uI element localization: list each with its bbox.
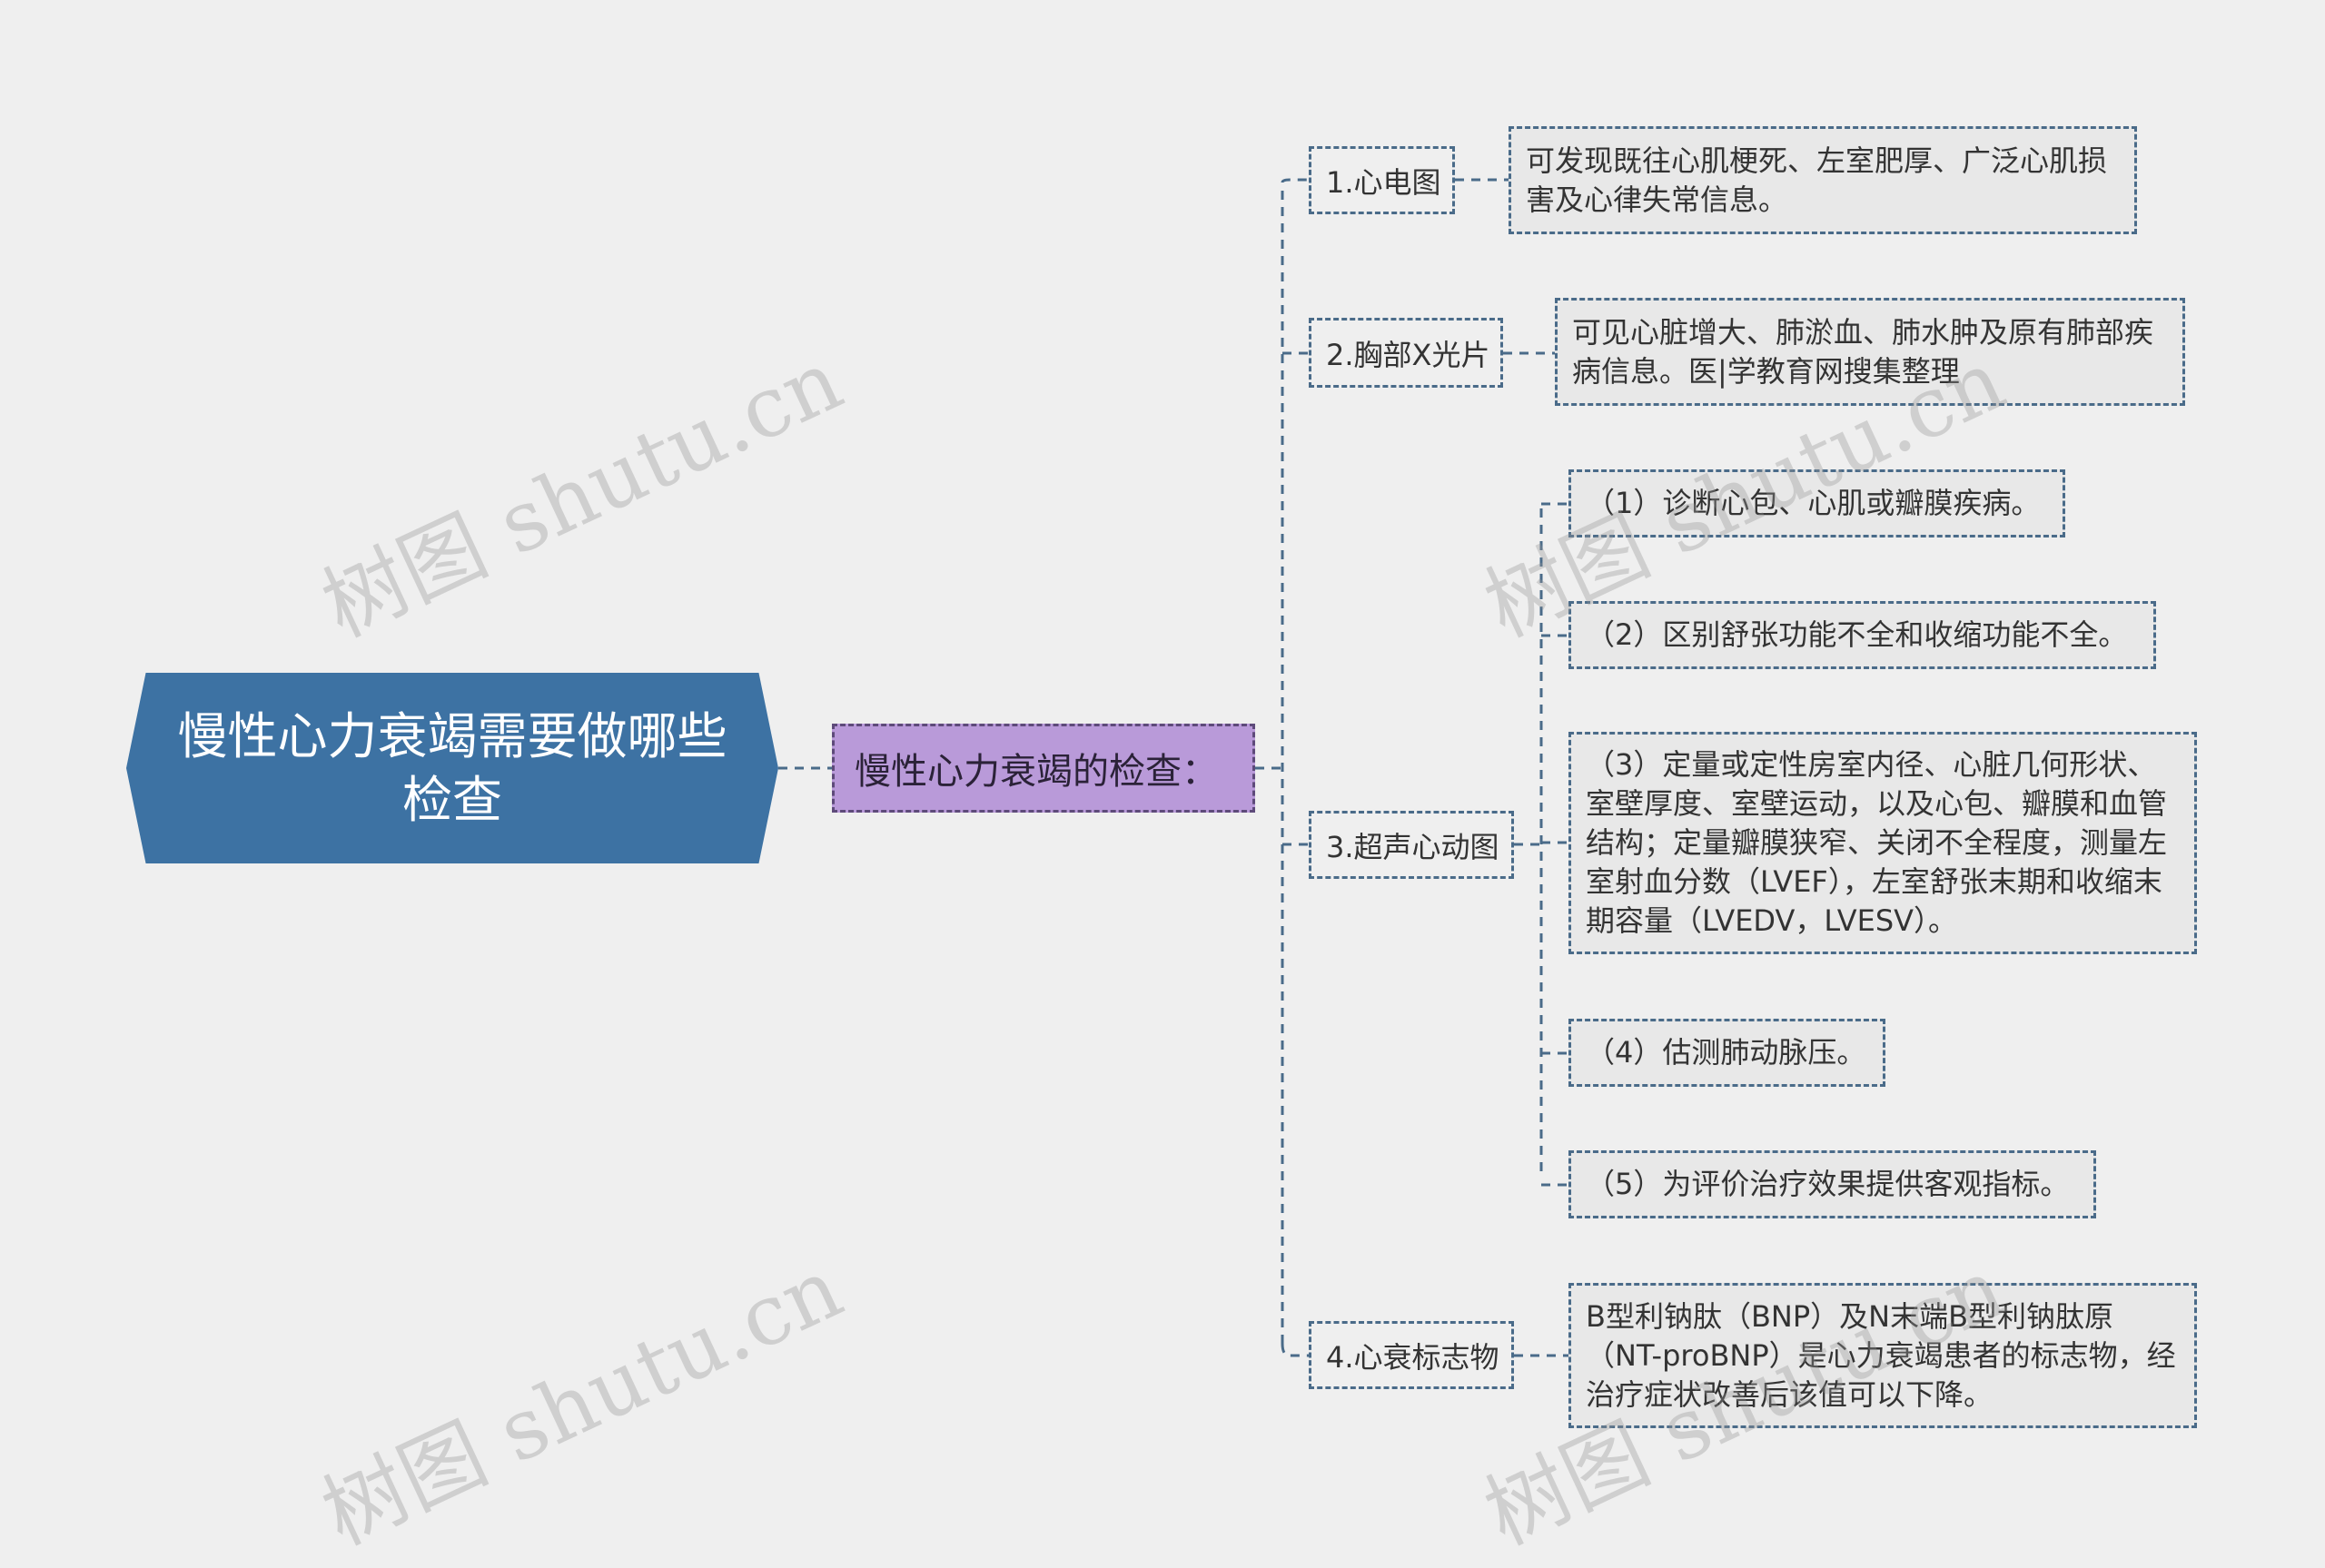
branch-chest-xray[interactable]: 2.胸部X光片 (1309, 318, 1503, 388)
leaf-ecg-detail[interactable]: 可发现既往心肌梗死、左室肥厚、广泛心肌损害及心律失常信息。 (1509, 126, 2137, 234)
branch-hf-markers[interactable]: 4.心衰标志物 (1309, 1321, 1514, 1389)
branch-echocardiogram[interactable]: 3.超声心动图 (1309, 811, 1514, 879)
leaf-echo-1-text: （1）诊断心包、心肌或瓣膜疾病。 (1586, 486, 2041, 520)
mind-map: 慢性心力衰竭需要做哪些检查 慢性心力衰竭的检查： 1.心电图 2.胸部X光片 3… (0, 0, 2325, 1563)
leaf-markers-detail[interactable]: B型利钠肽（BNP）及N末端B型利钠肽原（NT-proBNP）是心力衰竭患者的标… (1568, 1283, 2197, 1428)
branch-hf-markers-label: 4.心衰标志物 (1326, 1339, 1499, 1375)
branch-echocardiogram-label: 3.超声心动图 (1326, 829, 1499, 864)
connector-trunk-b4 (1281, 1343, 1309, 1357)
leaf-echo-3-text: （3）定量或定性房室内径、心脏几何形状、室壁厚度、室壁运动，以及心包、瓣膜和血管… (1586, 747, 2168, 938)
sub-node-exams[interactable]: 慢性心力衰竭的检查： (832, 724, 1255, 813)
leaf-echo-4-text: （4）估测肺动脉压。 (1586, 1035, 1866, 1070)
root-node[interactable]: 慢性心力衰竭需要做哪些检查 (126, 673, 778, 863)
leaf-markers-text: B型利钠肽（BNP）及N末端B型利钠肽原（NT-proBNP）是心力衰竭患者的标… (1586, 1298, 2176, 1412)
leaf-xray-detail[interactable]: 可见心脏增大、肺淤血、肺水肿及原有肺部疾病信息。医|学教育网搜集整理 (1555, 298, 2185, 406)
leaf-echo-1[interactable]: （1）诊断心包、心肌或瓣膜疾病。 (1568, 469, 2065, 537)
branch-ecg[interactable]: 1.心电图 (1309, 146, 1455, 214)
branch-ecg-label: 1.心电图 (1326, 164, 1441, 200)
leaf-echo-3[interactable]: （3）定量或定性房室内径、心脏几何形状、室壁厚度、室壁运动，以及心包、瓣膜和血管… (1568, 732, 2197, 954)
connector-trunk-b1 (1281, 178, 1309, 183)
branch-chest-xray-label: 2.胸部X光片 (1326, 337, 1490, 372)
root-title: 慢性心力衰竭需要做哪些检查 (177, 707, 727, 829)
leaf-xray-text: 可见心脏增大、肺淤血、肺水肿及原有肺部疾病信息。医|学教育网搜集整理 (1572, 314, 2154, 389)
leaf-echo-5-text: （5）为评价治疗效果提供客观指标。 (1586, 1167, 2070, 1201)
sub-title: 慢性心力衰竭的检查： (855, 751, 1218, 793)
leaf-echo-5[interactable]: （5）为评价治疗效果提供客观指标。 (1568, 1150, 2096, 1218)
leaf-echo-4[interactable]: （4）估测肺动脉压。 (1568, 1019, 1885, 1087)
leaf-echo-2[interactable]: （2）区别舒张功能不全和收缩功能不全。 (1568, 601, 2156, 669)
leaf-ecg-text: 可发现既往心肌梗死、左室肥厚、广泛心肌损害及心律失常信息。 (1526, 143, 2108, 217)
leaf-echo-2-text: （2）区别舒张功能不全和收缩功能不全。 (1586, 617, 2128, 652)
